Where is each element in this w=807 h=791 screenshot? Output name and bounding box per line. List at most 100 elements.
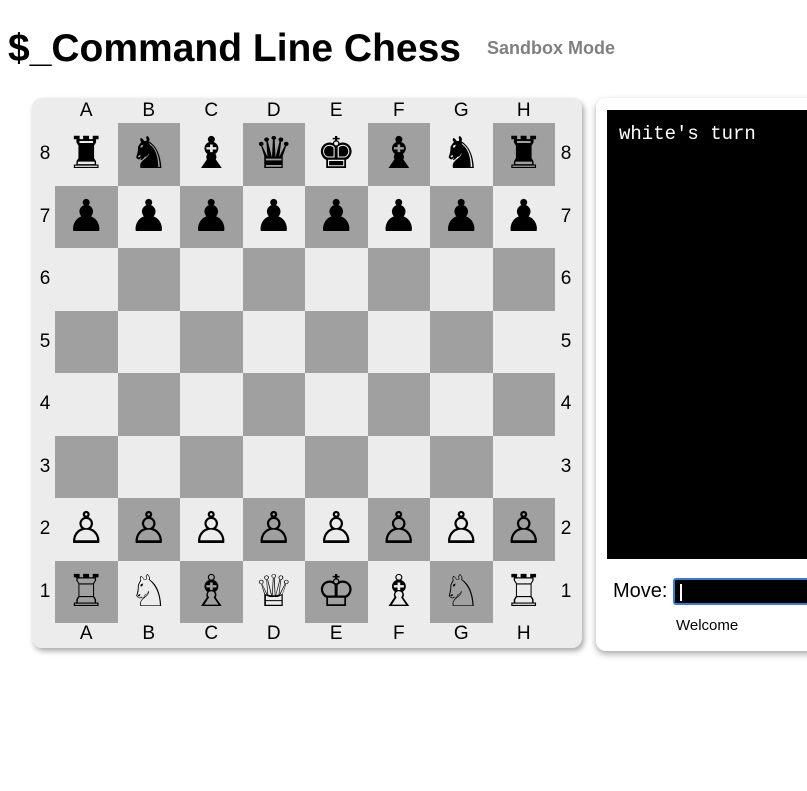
square-g3[interactable]	[430, 435, 493, 498]
square-a1[interactable]: ♖	[55, 560, 118, 623]
chess-piece-icon[interactable]: ♙	[504, 507, 543, 551]
square-h7[interactable]: ♟	[492, 185, 555, 248]
square-h1[interactable]: ♖	[492, 560, 555, 623]
square-d2[interactable]: ♙	[242, 498, 305, 561]
rank-label: 8	[39, 143, 51, 164]
chess-piece-icon[interactable]: ♝	[379, 132, 418, 176]
square-d3[interactable]	[242, 435, 305, 498]
square-e5[interactable]	[305, 310, 368, 373]
chess-piece-icon[interactable]: ♞	[442, 132, 481, 176]
square-c5[interactable]	[180, 310, 243, 373]
chess-piece-icon[interactable]: ♙	[67, 507, 106, 551]
square-g4[interactable]	[430, 373, 493, 436]
square-e2[interactable]: ♙	[305, 498, 368, 561]
square-a5[interactable]	[55, 310, 118, 373]
square-b2[interactable]: ♙	[117, 498, 180, 561]
square-f5[interactable]	[367, 310, 430, 373]
chess-piece-icon[interactable]: ♗	[379, 569, 418, 614]
move-input[interactable]	[673, 578, 807, 605]
square-b1[interactable]: ♘	[117, 560, 180, 623]
square-e6[interactable]	[305, 248, 368, 311]
chess-piece-icon[interactable]: ♛	[254, 132, 293, 176]
chess-piece-icon[interactable]: ♟	[129, 194, 168, 239]
chess-piece-icon[interactable]: ♟	[254, 194, 293, 239]
chess-piece-icon[interactable]: ♝	[192, 132, 231, 176]
square-h6[interactable]	[492, 248, 555, 311]
square-f1[interactable]: ♗	[367, 560, 430, 623]
square-c2[interactable]: ♙	[180, 498, 243, 561]
square-a8[interactable]: ♜	[55, 123, 118, 186]
square-c4[interactable]	[180, 373, 243, 436]
square-h2[interactable]: ♙	[492, 498, 555, 561]
square-g8[interactable]: ♞	[430, 123, 493, 186]
square-b3[interactable]	[117, 435, 180, 498]
square-c6[interactable]	[180, 248, 243, 311]
square-f3[interactable]	[367, 435, 430, 498]
square-b5[interactable]	[117, 310, 180, 373]
square-e7[interactable]: ♟	[305, 185, 368, 248]
square-b6[interactable]	[117, 248, 180, 311]
square-h5[interactable]	[492, 310, 555, 373]
square-d8[interactable]: ♛	[242, 123, 305, 186]
square-g6[interactable]	[430, 248, 493, 311]
chess-piece-icon[interactable]: ♙	[129, 507, 168, 551]
square-d4[interactable]	[242, 373, 305, 436]
square-f8[interactable]: ♝	[367, 123, 430, 186]
square-g1[interactable]: ♘	[430, 560, 493, 623]
square-f6[interactable]	[367, 248, 430, 311]
chess-piece-icon[interactable]: ♙	[317, 507, 356, 551]
square-h4[interactable]	[492, 373, 555, 436]
square-g5[interactable]	[430, 310, 493, 373]
chess-piece-icon[interactable]: ♔	[317, 569, 356, 614]
rank-label: 1	[39, 580, 51, 602]
square-a2[interactable]: ♙	[55, 498, 118, 561]
square-b4[interactable]	[117, 373, 180, 436]
chess-piece-icon[interactable]: ♟	[317, 194, 356, 239]
chess-piece-icon[interactable]: ♟	[67, 194, 106, 239]
chess-piece-icon[interactable]: ♗	[192, 569, 231, 614]
square-g2[interactable]: ♙	[430, 498, 493, 561]
chess-piece-icon[interactable]: ♘	[442, 569, 481, 614]
square-f7[interactable]: ♟	[367, 185, 430, 248]
square-d5[interactable]	[242, 310, 305, 373]
square-b8[interactable]: ♞	[117, 123, 180, 186]
square-b7[interactable]: ♟	[117, 185, 180, 248]
chess-piece-icon[interactable]: ♜	[67, 132, 106, 176]
square-e1[interactable]: ♔	[305, 560, 368, 623]
square-d1[interactable]: ♕	[242, 560, 305, 623]
square-c1[interactable]: ♗	[180, 560, 243, 623]
square-d6[interactable]	[242, 248, 305, 311]
chess-piece-icon[interactable]: ♚	[317, 132, 356, 176]
chess-piece-icon[interactable]: ♙	[442, 507, 481, 551]
square-e4[interactable]	[305, 373, 368, 436]
chess-piece-icon[interactable]: ♙	[379, 507, 418, 551]
square-a6[interactable]	[55, 248, 118, 311]
chess-piece-icon[interactable]: ♖	[504, 569, 543, 614]
chess-piece-icon[interactable]: ♟	[192, 194, 231, 239]
square-e8[interactable]: ♚	[305, 123, 368, 186]
chess-piece-icon[interactable]: ♟	[504, 194, 543, 239]
square-c3[interactable]	[180, 435, 243, 498]
chess-piece-icon[interactable]: ♘	[129, 569, 168, 614]
square-d7[interactable]: ♟	[242, 185, 305, 248]
square-e3[interactable]	[305, 435, 368, 498]
rank-label: 7	[560, 205, 572, 227]
square-a4[interactable]	[55, 373, 118, 436]
chess-piece-icon[interactable]: ♞	[129, 132, 168, 176]
square-h8[interactable]: ♜	[492, 123, 555, 186]
square-f2[interactable]: ♙	[367, 498, 430, 561]
chess-piece-icon[interactable]: ♙	[254, 507, 293, 551]
square-a7[interactable]: ♟	[55, 185, 118, 248]
square-f4[interactable]	[367, 373, 430, 436]
chess-piece-icon[interactable]: ♟	[379, 194, 418, 239]
chess-piece-icon[interactable]: ♖	[67, 569, 106, 614]
square-c8[interactable]: ♝	[180, 123, 243, 186]
square-g7[interactable]: ♟	[430, 185, 493, 248]
square-a3[interactable]	[55, 435, 118, 498]
square-c7[interactable]: ♟	[180, 185, 243, 248]
chess-piece-icon[interactable]: ♜	[504, 132, 543, 176]
chess-piece-icon[interactable]: ♙	[192, 507, 231, 551]
square-h3[interactable]	[492, 435, 555, 498]
chess-piece-icon[interactable]: ♕	[254, 569, 293, 614]
chess-piece-icon[interactable]: ♟	[442, 194, 481, 239]
